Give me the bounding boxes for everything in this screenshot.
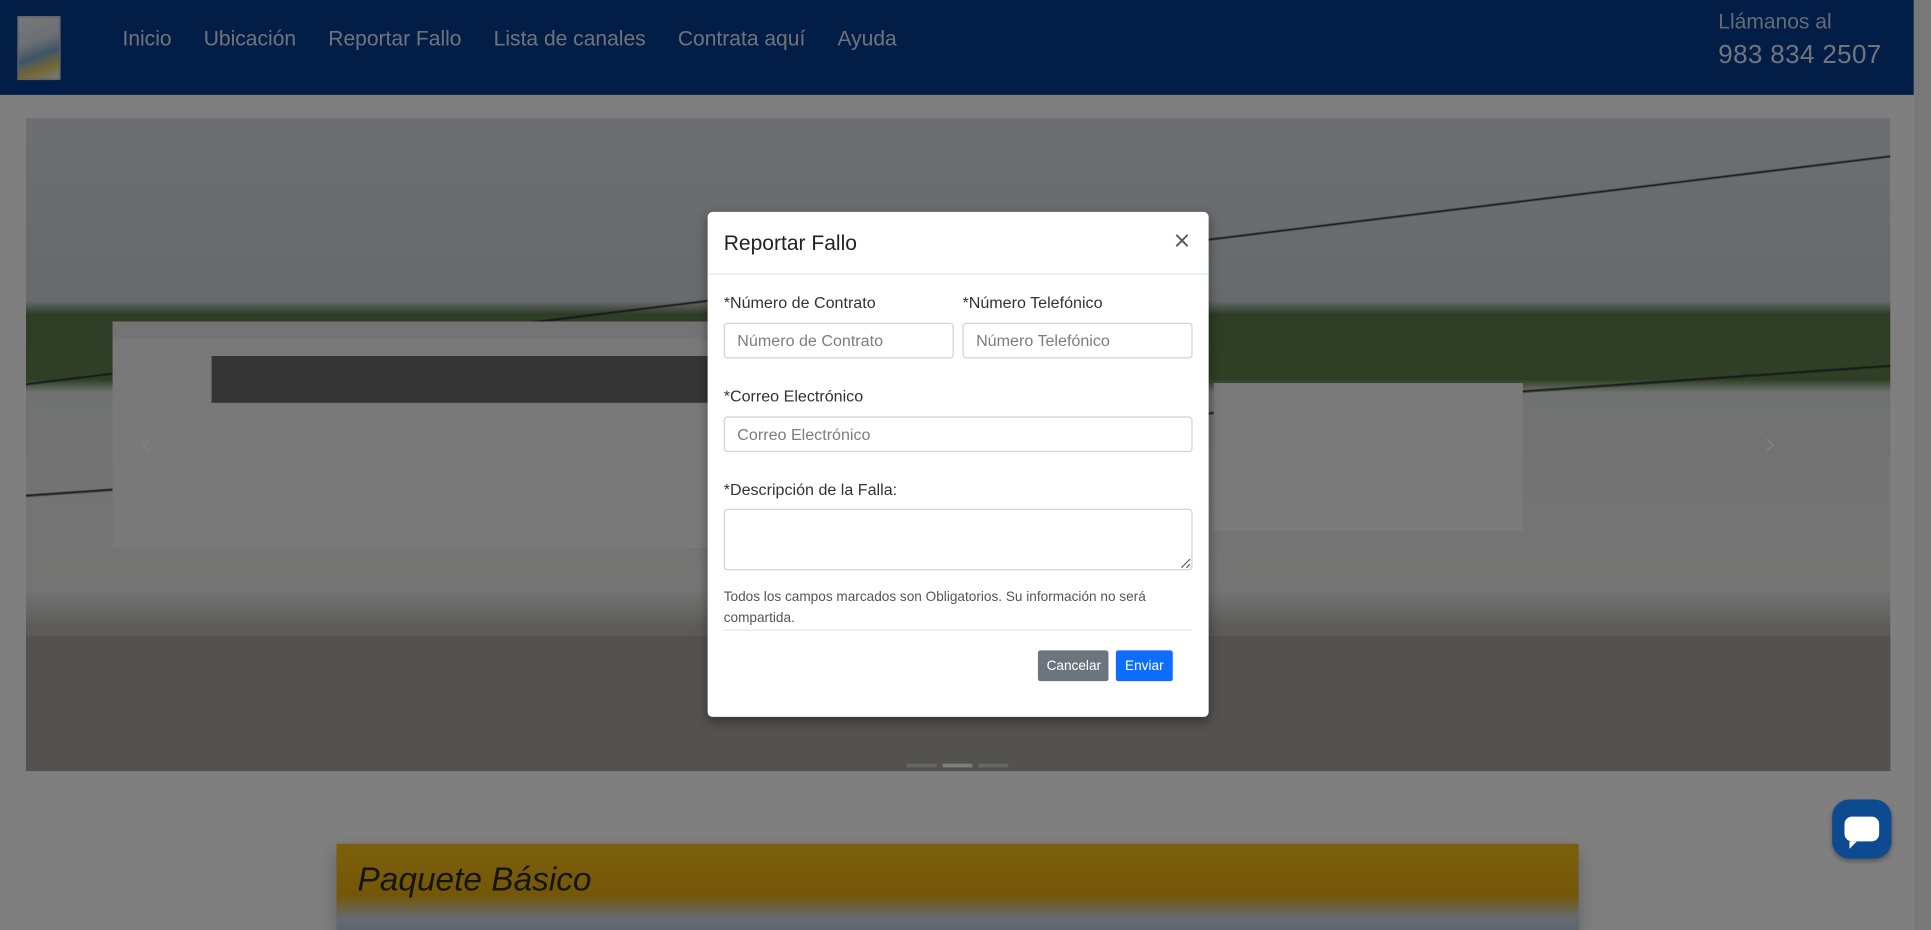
required-fields-note: Todos los campos marcados son Obligatori… (723, 590, 1146, 626)
phone-number-input[interactable] (962, 322, 1193, 359)
description-label: *Descripción de la Falla: (723, 480, 898, 499)
modal-header: Reportar Fallo × (707, 212, 1209, 275)
close-icon: × (1172, 227, 1192, 254)
send-button[interactable]: Enviar (1115, 650, 1173, 682)
contract-number-label: *Número de Contrato (723, 293, 876, 312)
chat-button[interactable] (1832, 799, 1892, 859)
modal-footer-divider (723, 629, 1192, 631)
email-input[interactable] (723, 416, 1193, 453)
contract-number-input[interactable] (723, 322, 954, 359)
close-button[interactable]: × (1172, 227, 1192, 254)
cancel-button[interactable]: Cancelar (1037, 650, 1109, 682)
modal-title: Reportar Fallo (723, 231, 857, 255)
description-textarea[interactable] (723, 508, 1193, 571)
email-label: *Correo Electrónico (723, 386, 864, 406)
report-fault-modal: Reportar Fallo × *Número de Contrato *Nú… (707, 211, 1209, 717)
chat-bubble-icon (1844, 816, 1880, 849)
phone-number-label: *Número Telefónico (962, 293, 1103, 312)
